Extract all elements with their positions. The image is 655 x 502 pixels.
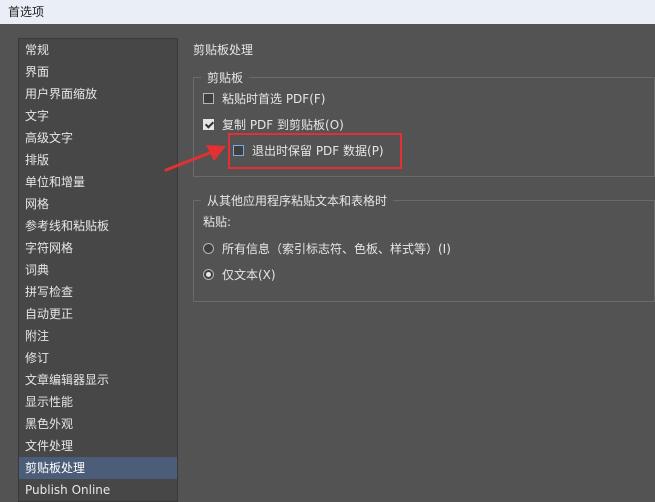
sidebar-item-frame-grid[interactable]: 字符网格 (19, 237, 177, 259)
all-info-row[interactable]: 所有信息（索引标志符、色板、样式等）(I) (203, 240, 451, 257)
all-info-radio[interactable] (203, 243, 214, 254)
preferences-category-list[interactable]: 常规 界面 用户界面缩放 文字 高级文字 排版 单位和增量 网格 参考线和粘贴板… (18, 38, 178, 502)
sidebar-item-autocorrect[interactable]: 自动更正 (19, 303, 177, 325)
sidebar-item-dictionary[interactable]: 词典 (19, 259, 177, 281)
sidebar-item-clipboard-handling[interactable]: 剪贴板处理 (19, 457, 177, 479)
text-only-radio[interactable] (203, 269, 214, 280)
prefer-pdf-row[interactable]: 粘贴时首选 PDF(F) (203, 90, 325, 107)
paste-label-text: 粘贴: (203, 215, 232, 229)
prefer-pdf-checkbox[interactable] (203, 93, 214, 104)
prefer-pdf-label: 粘贴时首选 PDF(F) (222, 92, 326, 106)
highlight-box (228, 133, 402, 169)
sidebar-item-advanced-type[interactable]: 高级文字 (19, 127, 177, 149)
clipboard-group-title: 剪贴板 (201, 69, 250, 86)
window-titlebar: 首选项 (0, 0, 655, 24)
panel-title: 剪贴板处理 (193, 43, 254, 57)
copy-pdf-row[interactable]: 复制 PDF 到剪贴板(O) (203, 116, 344, 133)
text-only-row[interactable]: 仅文本(X) (203, 266, 276, 283)
sidebar-item-display-performance[interactable]: 显示性能 (19, 391, 177, 413)
paste-label: 粘贴: (203, 213, 231, 230)
sidebar-item-units-increments[interactable]: 单位和增量 (19, 171, 177, 193)
sidebar-item-grids[interactable]: 网格 (19, 193, 177, 215)
copy-pdf-label: 复制 PDF 到剪贴板(O) (222, 118, 344, 132)
sidebar-item-track-changes[interactable]: 修订 (19, 347, 177, 369)
sidebar-item-story-editor[interactable]: 文章编辑器显示 (19, 369, 177, 391)
annotation-arrow-icon (164, 145, 226, 172)
sidebar-item-guides-pasteboard[interactable]: 参考线和粘贴板 (19, 215, 177, 237)
sidebar-item-publish-online[interactable]: Publish Online (19, 479, 177, 501)
paste-group-title: 从其他应用程序粘贴文本和表格时 (201, 192, 394, 209)
sidebar-item-file-handling[interactable]: 文件处理 (19, 435, 177, 457)
sidebar-item-black-appearance[interactable]: 黑色外观 (19, 413, 177, 435)
sidebar-item-general[interactable]: 常规 (19, 39, 177, 61)
sidebar-item-spelling[interactable]: 拼写检查 (19, 281, 177, 303)
text-only-label: 仅文本(X) (222, 268, 276, 282)
all-info-label: 所有信息（索引标志符、色板、样式等）(I) (222, 242, 451, 256)
copy-pdf-checkbox[interactable] (203, 119, 214, 130)
sidebar-item-interface[interactable]: 界面 (19, 61, 177, 83)
sidebar-item-notes[interactable]: 附注 (19, 325, 177, 347)
sidebar-item-composition[interactable]: 排版 (19, 149, 177, 171)
sidebar-item-type[interactable]: 文字 (19, 105, 177, 127)
window-title: 首选项 (8, 5, 45, 19)
sidebar-item-ui-scaling[interactable]: 用户界面缩放 (19, 83, 177, 105)
